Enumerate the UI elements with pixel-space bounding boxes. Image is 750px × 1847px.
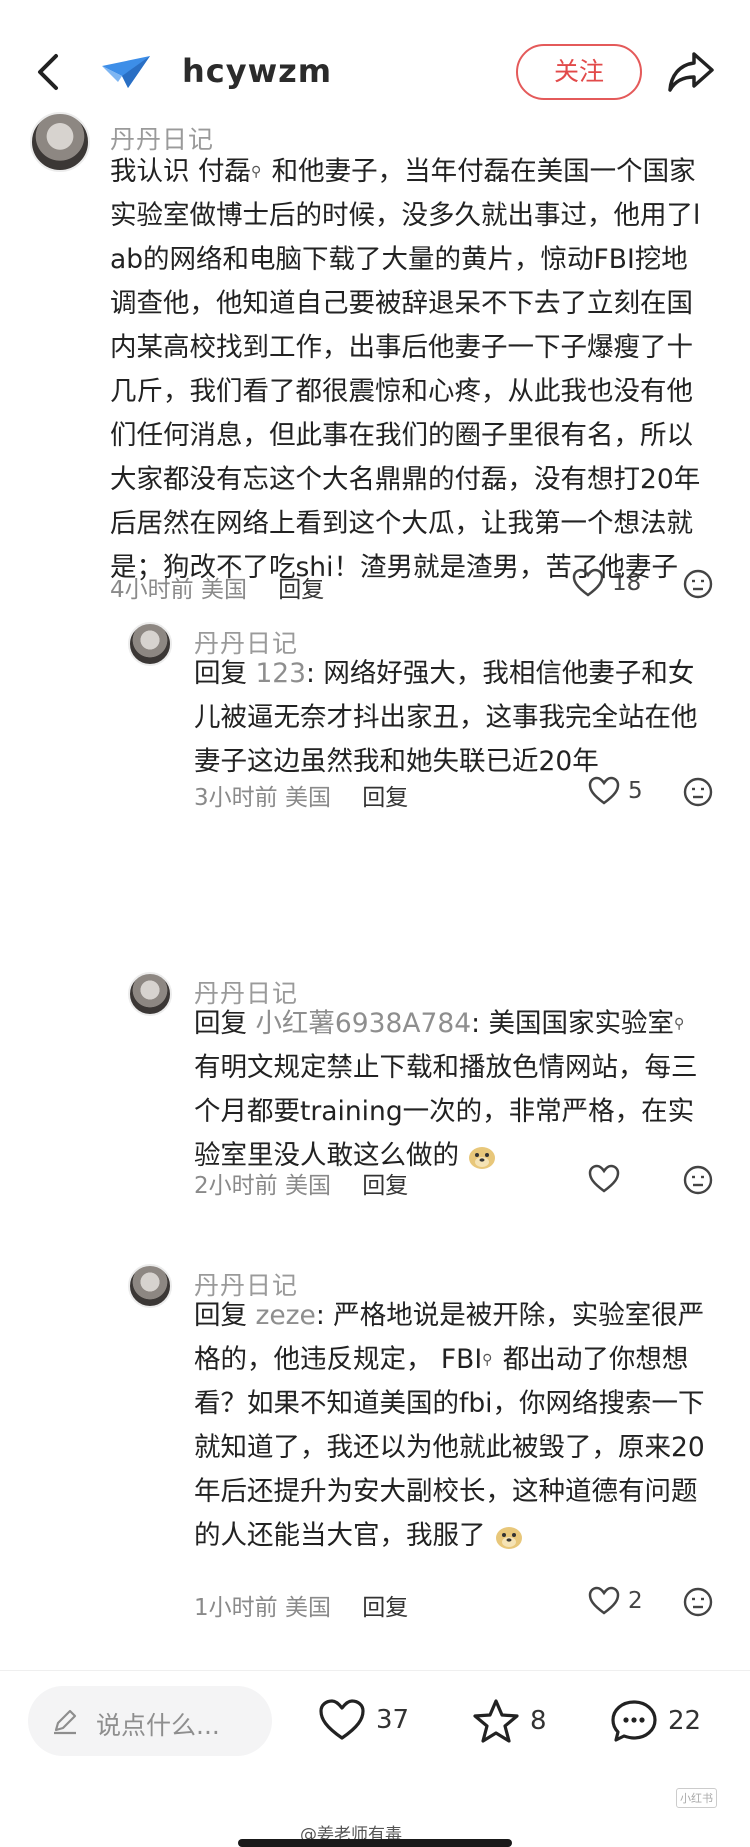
heart-icon	[572, 568, 604, 597]
comment-text: 回复 123: 网络好强大，我相信他妻子和女儿被逼无奈才抖出家丑，这事我完全站在…	[194, 652, 710, 784]
avatar[interactable]	[128, 1264, 172, 1308]
like-post-button[interactable]: 37	[318, 1698, 409, 1742]
dislike-face-icon[interactable]	[682, 776, 714, 808]
username[interactable]: hcywzm	[182, 52, 332, 90]
collect-count: 8	[530, 1706, 547, 1736]
reply-prefix: 回复	[194, 658, 256, 689]
like-count: 18	[612, 570, 642, 596]
comment-input[interactable]: 说点什么...	[28, 1686, 272, 1756]
avatar[interactable]	[128, 972, 172, 1016]
reply-prefix: 回复	[194, 1008, 256, 1039]
heart-icon	[319, 1699, 365, 1740]
avatar[interactable]	[128, 622, 172, 666]
comment-meta: 4小时前 美国 回复	[110, 570, 324, 604]
comment-button[interactable]: 22	[610, 1698, 701, 1744]
comment-text-part: : 美国国家实验室	[471, 1008, 674, 1039]
input-placeholder: 说点什么...	[96, 1711, 220, 1740]
comment-time: 1小时前	[194, 1595, 278, 1621]
reply-target[interactable]: 123	[255, 658, 306, 689]
search-icon: ⚲	[250, 164, 262, 180]
comment-location: 美国	[200, 577, 247, 603]
comment-text: 回复 小红薯6938A784: 美国国家实验室⚲ 有明文规定禁止下载和播放色情网站…	[194, 1002, 710, 1178]
platform-watermark: 小红书	[676, 1788, 717, 1808]
reply-button[interactable]: 回复	[362, 1173, 408, 1199]
reply-target[interactable]: 小红薯6938A784	[255, 1008, 471, 1039]
heart-icon	[588, 1586, 620, 1615]
comment-location: 美国	[284, 1595, 331, 1621]
search-icon: ⚲	[673, 1016, 685, 1032]
bottom-action-bar: 说点什么... 37 8 22 小红书 @姜老师有毒	[0, 1672, 750, 1847]
doge-emoji-icon	[495, 1526, 522, 1549]
comment-meta: 3小时前 美国 回复	[194, 778, 408, 812]
like-count: 5	[628, 778, 643, 804]
heart-icon	[588, 1164, 620, 1193]
like-button[interactable]: 18	[572, 568, 641, 598]
like-button[interactable]: 2	[588, 1586, 643, 1616]
star-icon	[473, 1699, 519, 1743]
dislike-face-icon[interactable]	[682, 568, 714, 600]
like-count: 2	[628, 1588, 643, 1614]
comment-location: 美国	[284, 785, 331, 811]
back-arrow-icon[interactable]	[30, 50, 70, 94]
like-button[interactable]: 5	[588, 776, 643, 806]
paper-plane-avatar-icon[interactable]	[100, 52, 152, 92]
comment-time: 2小时前	[194, 1173, 278, 1199]
doge-emoji-icon	[469, 1146, 496, 1169]
reply-target[interactable]: zeze	[255, 1300, 315, 1331]
share-icon[interactable]	[666, 48, 716, 94]
comment-location: 美国	[284, 1173, 331, 1199]
comment-meta: 2小时前 美国 回复	[194, 1166, 408, 1200]
comment-time: 3小时前	[194, 785, 278, 811]
dislike-face-icon[interactable]	[682, 1164, 714, 1196]
reply-button[interactable]: 回复	[362, 785, 408, 811]
avatar[interactable]	[30, 112, 90, 172]
speech-bubble-icon	[611, 1700, 657, 1742]
comment-meta: 1小时前 美国 回复	[194, 1588, 408, 1622]
reply-button[interactable]: 回复	[278, 577, 324, 603]
like-button[interactable]	[588, 1164, 628, 1194]
reply-button[interactable]: 回复	[362, 1595, 408, 1621]
comment-time: 4小时前	[110, 577, 194, 603]
comment-text-part: 我认识	[110, 156, 198, 187]
comment-text-part: 有明文规定禁止下载和播放色情网站，每三个月都要training一次的，非常严格，…	[194, 1052, 698, 1171]
search-icon: ⚲	[482, 1352, 493, 1368]
heart-icon	[588, 776, 620, 805]
top-bar: hcywzm 关注	[0, 0, 750, 130]
home-indicator	[238, 1839, 512, 1847]
comment-text: 回复 zeze: 严格地说是被开除，实验室很严格的，他违反规定， FBI⚲ 都出…	[194, 1294, 710, 1558]
divider	[0, 1670, 750, 1671]
pencil-icon	[54, 1709, 77, 1735]
comment-text-part: 和他妻子，当年付磊在美国一个国家实验室做博士后的时候，没多久就出事过，他用了la…	[110, 156, 701, 583]
follow-button[interactable]: 关注	[516, 44, 642, 100]
comment-count: 22	[668, 1706, 702, 1736]
mention-link[interactable]: 付磊	[198, 156, 251, 187]
collect-button[interactable]: 8	[472, 1698, 547, 1744]
dislike-face-icon[interactable]	[682, 1586, 714, 1618]
reply-prefix: 回复	[194, 1300, 256, 1331]
like-count: 37	[376, 1705, 410, 1735]
comment-text: 我认识 付磊⚲ 和他妻子，当年付磊在美国一个国家实验室做博士后的时候，没多久就出…	[110, 150, 710, 590]
comment-text-part: 都出动了你想想看？如果不知道美国的fbi，你网络搜索一下就知道了，我还以为他就此…	[194, 1344, 705, 1551]
